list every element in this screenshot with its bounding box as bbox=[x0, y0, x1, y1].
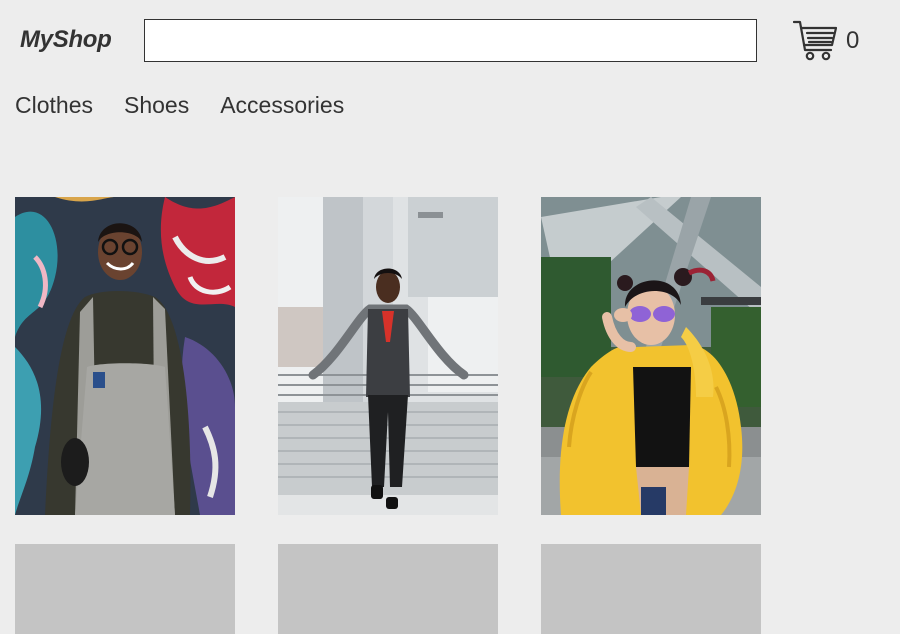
category-nav: Clothes Shoes Accessories bbox=[15, 90, 375, 120]
header: MyShop 0 bbox=[0, 0, 900, 80]
search-input[interactable] bbox=[144, 19, 757, 62]
product-image bbox=[278, 197, 498, 515]
product-image bbox=[15, 197, 235, 515]
nav-item-clothes[interactable]: Clothes bbox=[15, 90, 93, 120]
nav-item-shoes[interactable]: Shoes bbox=[124, 90, 189, 120]
product-card[interactable] bbox=[278, 197, 498, 515]
product-image bbox=[541, 197, 761, 515]
cart-icon bbox=[793, 20, 837, 61]
cart-button[interactable]: 0 bbox=[793, 19, 859, 63]
product-placeholder bbox=[15, 544, 235, 634]
logo[interactable]: MyShop bbox=[20, 26, 112, 54]
product-placeholder bbox=[278, 544, 498, 634]
product-placeholder bbox=[541, 544, 761, 634]
nav-item-accessories[interactable]: Accessories bbox=[220, 90, 344, 120]
cart-count: 0 bbox=[846, 27, 860, 54]
product-card[interactable] bbox=[541, 197, 761, 515]
product-card[interactable] bbox=[15, 197, 235, 515]
